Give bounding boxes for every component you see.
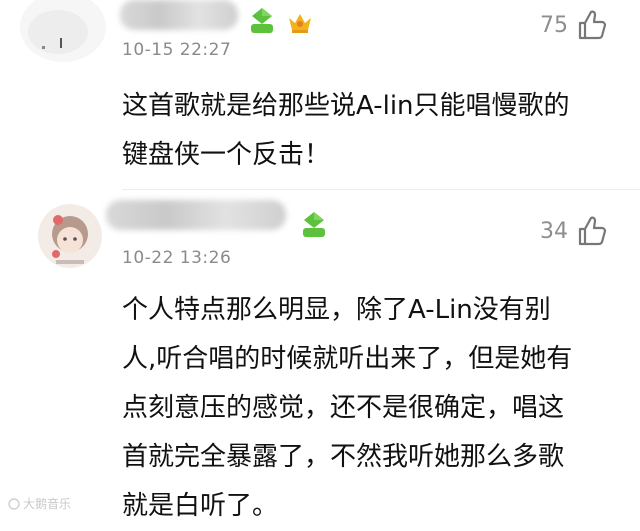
comment-text: 个人特点那么明显，除了A-Lin没有别 人,听合唱的时候就听出来了，但是她有 点… xyxy=(122,295,573,521)
comment-timestamp: 10-22 13:26 xyxy=(122,248,232,268)
like-count: 75 xyxy=(540,12,568,38)
like-button[interactable]: 75 xyxy=(540,8,608,42)
thumbs-up-icon xyxy=(578,10,607,40)
avatar[interactable] xyxy=(38,204,102,268)
comment-item: 10-22 13:26 34 个人特点那么明显，除了A-Lin没有别 人,听合唱… xyxy=(0,190,640,521)
comment-item: 10-15 22:27 75 这首歌就是给那些说A-lin只能唱慢歌的 键盘侠一… xyxy=(0,0,640,190)
username-blurred[interactable] xyxy=(106,200,286,230)
like-button[interactable]: 34 xyxy=(540,214,608,248)
thumbs-up-icon xyxy=(578,216,607,246)
level-gem-icon xyxy=(300,210,328,238)
avatar[interactable] xyxy=(20,0,106,62)
comment-timestamp: 10-15 22:27 xyxy=(122,40,232,60)
username-blurred[interactable] xyxy=(120,0,238,30)
watermark-text: 大鹅音乐 xyxy=(23,497,72,511)
crown-icon xyxy=(286,8,314,36)
comment-text: 这首歌就是给那些说A-lin只能唱慢歌的 键盘侠一个反击！ xyxy=(122,91,570,170)
level-gem-icon xyxy=(248,6,276,34)
watermark: 大鹅音乐 xyxy=(8,495,71,512)
watermark-logo-icon xyxy=(8,497,20,510)
like-count: 34 xyxy=(540,218,568,244)
